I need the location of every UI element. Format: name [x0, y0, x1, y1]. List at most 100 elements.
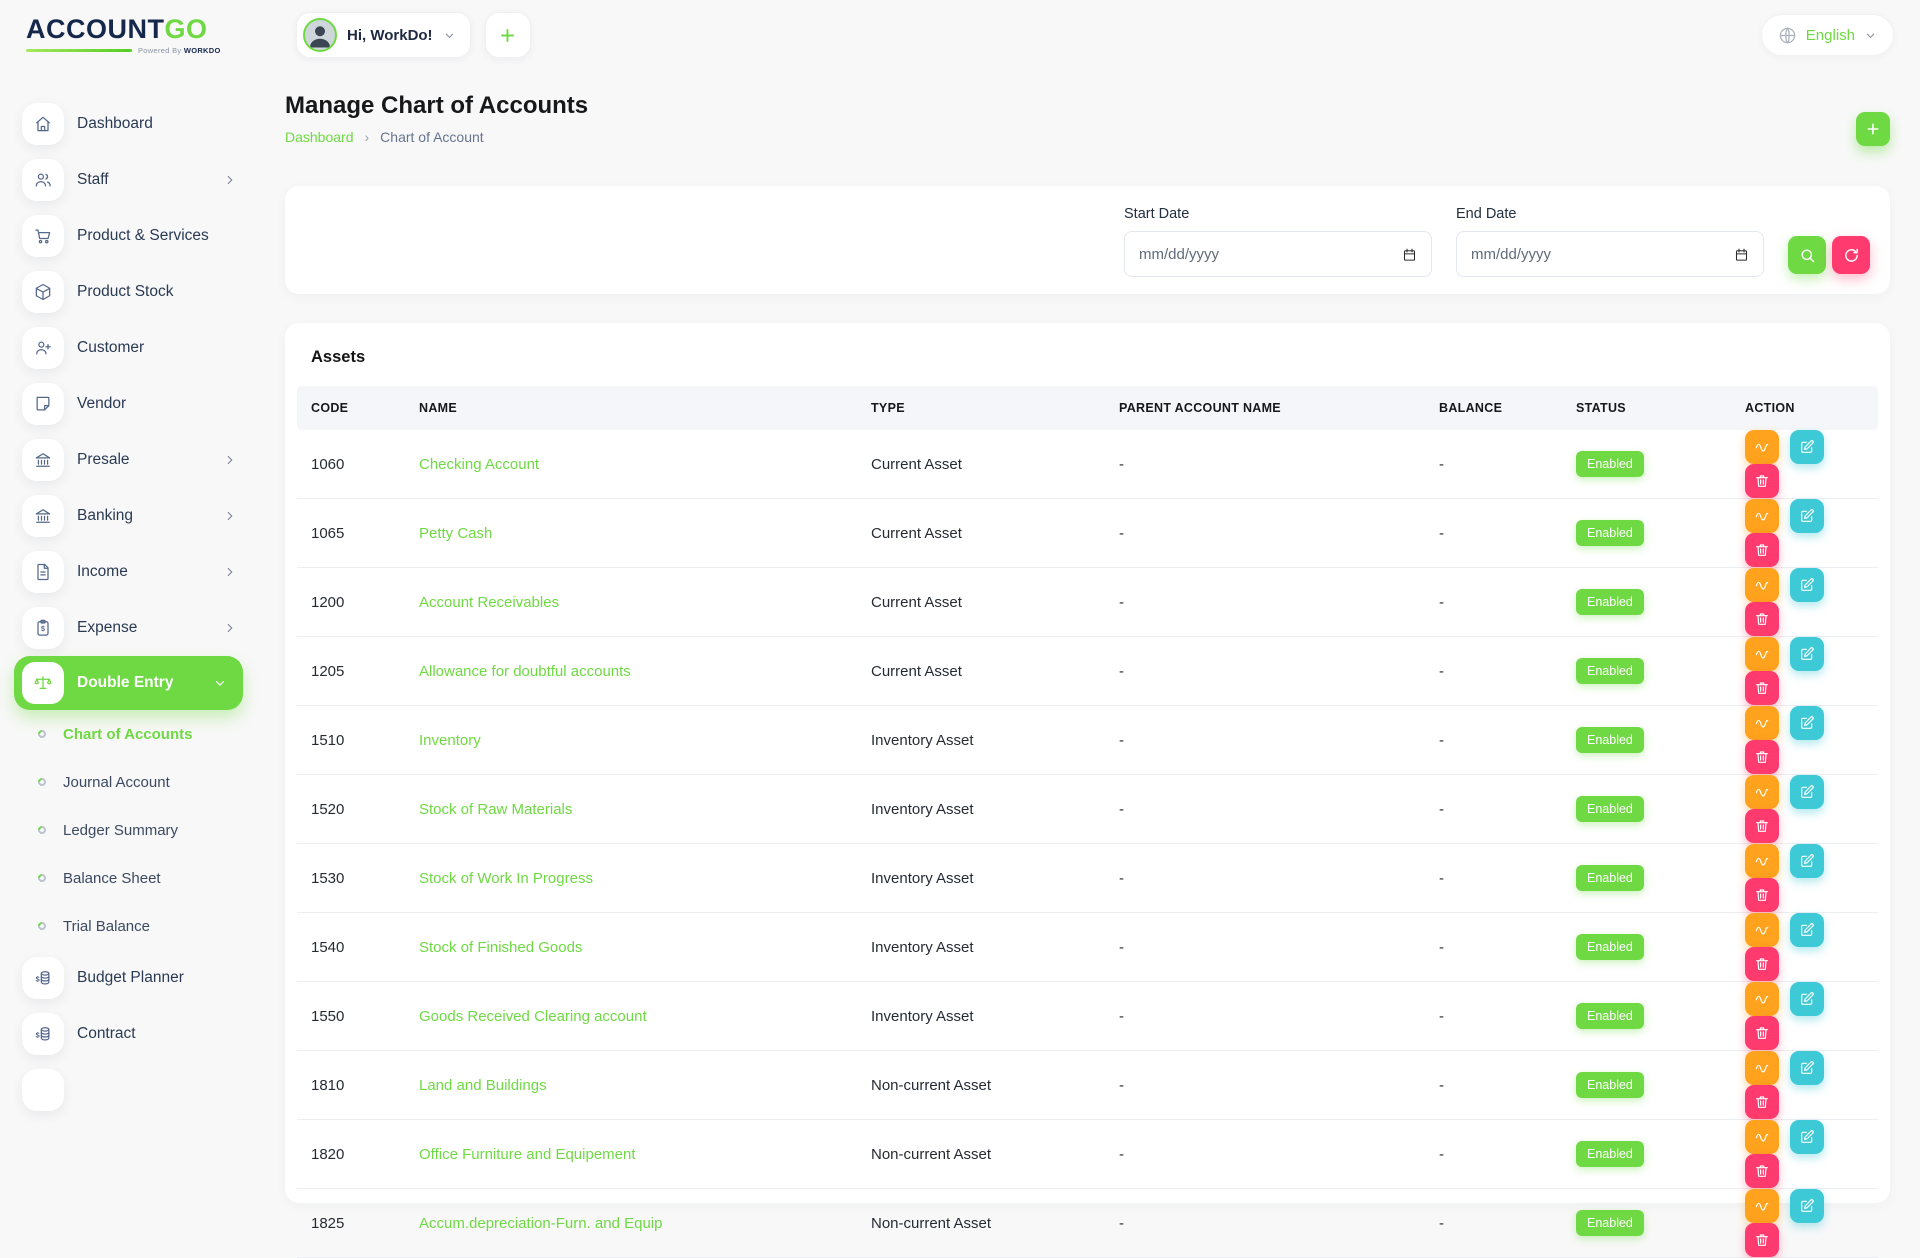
edit-button[interactable]: [1790, 913, 1824, 947]
edit-button[interactable]: [1790, 982, 1824, 1016]
account-name-link[interactable]: Accum.depreciation-Furn. and Equip: [419, 1215, 662, 1232]
delete-button[interactable]: [1745, 1223, 1779, 1257]
breadcrumb-current: Chart of Account: [380, 129, 484, 145]
account-balance: -: [1439, 499, 1576, 568]
status-badge: Enabled: [1576, 658, 1644, 684]
search-button[interactable]: [1788, 236, 1826, 274]
activity-button[interactable]: [1745, 430, 1779, 464]
account-type: Inventory Asset: [871, 775, 1119, 844]
sidebar-item-budget-planner[interactable]: $ Budget Planner: [0, 950, 265, 1006]
language-selector[interactable]: English: [1761, 14, 1894, 56]
table-row: 1540 Stock of Finished Goods Inventory A…: [297, 913, 1878, 982]
powered-by-text: Powered By WORKDO: [138, 46, 221, 55]
sidebar-item-customer[interactable]: Customer: [0, 320, 265, 376]
sidebar-item-dashboard[interactable]: Dashboard: [0, 96, 265, 152]
account-name-link[interactable]: Petty Cash: [419, 525, 492, 542]
delete-button[interactable]: [1745, 533, 1779, 567]
account-name-link[interactable]: Checking Account: [419, 456, 539, 473]
brand-logo[interactable]: ACCOUNTGO Powered By WORKDO: [26, 16, 238, 55]
coins-dollar-icon: $: [33, 1024, 53, 1044]
start-date-input[interactable]: mm/dd/yyyy: [1124, 231, 1432, 277]
sidebar-subitem-chart-of-accounts[interactable]: Chart of Accounts: [0, 710, 265, 758]
activity-button[interactable]: [1745, 568, 1779, 602]
activity-button[interactable]: [1745, 637, 1779, 671]
activity-button[interactable]: [1745, 1120, 1779, 1154]
sidebar-item-expense[interactable]: $ Expense: [0, 600, 265, 656]
activity-button[interactable]: [1745, 982, 1779, 1016]
sidebar-item-contract[interactable]: $ Contract: [0, 1006, 265, 1062]
activity-button[interactable]: [1745, 775, 1779, 809]
parent-account-name: -: [1119, 1189, 1439, 1258]
sidebar-item-double-entry[interactable]: Double Entry: [14, 656, 243, 710]
account-name-link[interactable]: Office Furniture and Equipement: [419, 1146, 636, 1163]
sidebar-item-banking[interactable]: Banking: [0, 488, 265, 544]
sidebar-item-presale[interactable]: Presale: [0, 432, 265, 488]
delete-button[interactable]: [1745, 878, 1779, 912]
delete-button[interactable]: [1745, 1154, 1779, 1188]
edit-button[interactable]: [1790, 706, 1824, 740]
activity-button[interactable]: [1745, 706, 1779, 740]
delete-button[interactable]: [1745, 602, 1779, 636]
sidebar-subitem-ledger-summary[interactable]: Ledger Summary: [0, 806, 265, 854]
trash-icon: [1754, 680, 1770, 696]
user-menu[interactable]: Hi, WorkDo!: [296, 12, 471, 58]
sidebar-item-label: Product & Services: [77, 227, 209, 245]
note-icon: [33, 394, 53, 414]
delete-button[interactable]: [1745, 947, 1779, 981]
delete-button[interactable]: [1745, 740, 1779, 774]
account-code: 1825: [297, 1189, 419, 1258]
delete-button[interactable]: [1745, 671, 1779, 705]
account-balance: -: [1439, 1051, 1576, 1120]
delete-button[interactable]: [1745, 1085, 1779, 1119]
create-account-button[interactable]: [1856, 112, 1890, 146]
account-name-link[interactable]: Account Receivables: [419, 594, 559, 611]
edit-button[interactable]: [1790, 1189, 1824, 1223]
account-name-link[interactable]: Inventory: [419, 732, 481, 749]
end-date-input[interactable]: mm/dd/yyyy: [1456, 231, 1764, 277]
account-name-link[interactable]: Goods Received Clearing account: [419, 1008, 647, 1025]
delete-button[interactable]: [1745, 1016, 1779, 1050]
edit-button[interactable]: [1790, 844, 1824, 878]
sidebar-item-label: Vendor: [77, 395, 126, 413]
sidebar-item-income[interactable]: Income: [0, 544, 265, 600]
account-name-link[interactable]: Land and Buildings: [419, 1077, 547, 1094]
sidebar-item-product-stock[interactable]: Product Stock: [0, 264, 265, 320]
sidebar-subitem-label: Chart of Accounts: [63, 726, 192, 743]
activity-button[interactable]: [1745, 1189, 1779, 1223]
account-name-link[interactable]: Stock of Raw Materials: [419, 801, 572, 818]
sidebar-item-vendor[interactable]: Vendor: [0, 376, 265, 432]
activity-wave-icon: [1754, 784, 1770, 800]
account-name-link[interactable]: Stock of Finished Goods: [419, 939, 582, 956]
sidebar-item-staff[interactable]: Staff: [0, 152, 265, 208]
sidebar-item-product-services[interactable]: Product & Services: [0, 208, 265, 264]
sidebar-item-label: Double Entry: [77, 674, 173, 692]
sidebar-subitem-journal-account[interactable]: Journal Account: [0, 758, 265, 806]
reset-button[interactable]: [1832, 236, 1870, 274]
delete-button[interactable]: [1745, 809, 1779, 843]
edit-button[interactable]: [1790, 775, 1824, 809]
calendar-icon[interactable]: [1402, 247, 1417, 262]
activity-button[interactable]: [1745, 844, 1779, 878]
quick-add-button[interactable]: [485, 12, 531, 58]
edit-button[interactable]: [1790, 1120, 1824, 1154]
edit-button[interactable]: [1790, 499, 1824, 533]
breadcrumb-dashboard-link[interactable]: Dashboard: [285, 129, 354, 145]
delete-button[interactable]: [1745, 464, 1779, 498]
activity-button[interactable]: [1745, 499, 1779, 533]
account-name-link[interactable]: Allowance for doubtful accounts: [419, 663, 631, 680]
account-name-link[interactable]: Stock of Work In Progress: [419, 870, 593, 887]
account-balance: -: [1439, 844, 1576, 913]
parent-account-name: -: [1119, 982, 1439, 1051]
sidebar-subitem-trial-balance[interactable]: Trial Balance: [0, 902, 265, 950]
edit-icon: [1799, 922, 1815, 938]
sidebar-item-partial[interactable]: [0, 1062, 265, 1118]
edit-button[interactable]: [1790, 637, 1824, 671]
edit-button[interactable]: [1790, 568, 1824, 602]
calendar-icon[interactable]: [1734, 247, 1749, 262]
account-balance: -: [1439, 706, 1576, 775]
sidebar-subitem-balance-sheet[interactable]: Balance Sheet: [0, 854, 265, 902]
edit-button[interactable]: [1790, 430, 1824, 464]
parent-account-name: -: [1119, 775, 1439, 844]
activity-button[interactable]: [1745, 913, 1779, 947]
status-badge: Enabled: [1576, 451, 1644, 477]
